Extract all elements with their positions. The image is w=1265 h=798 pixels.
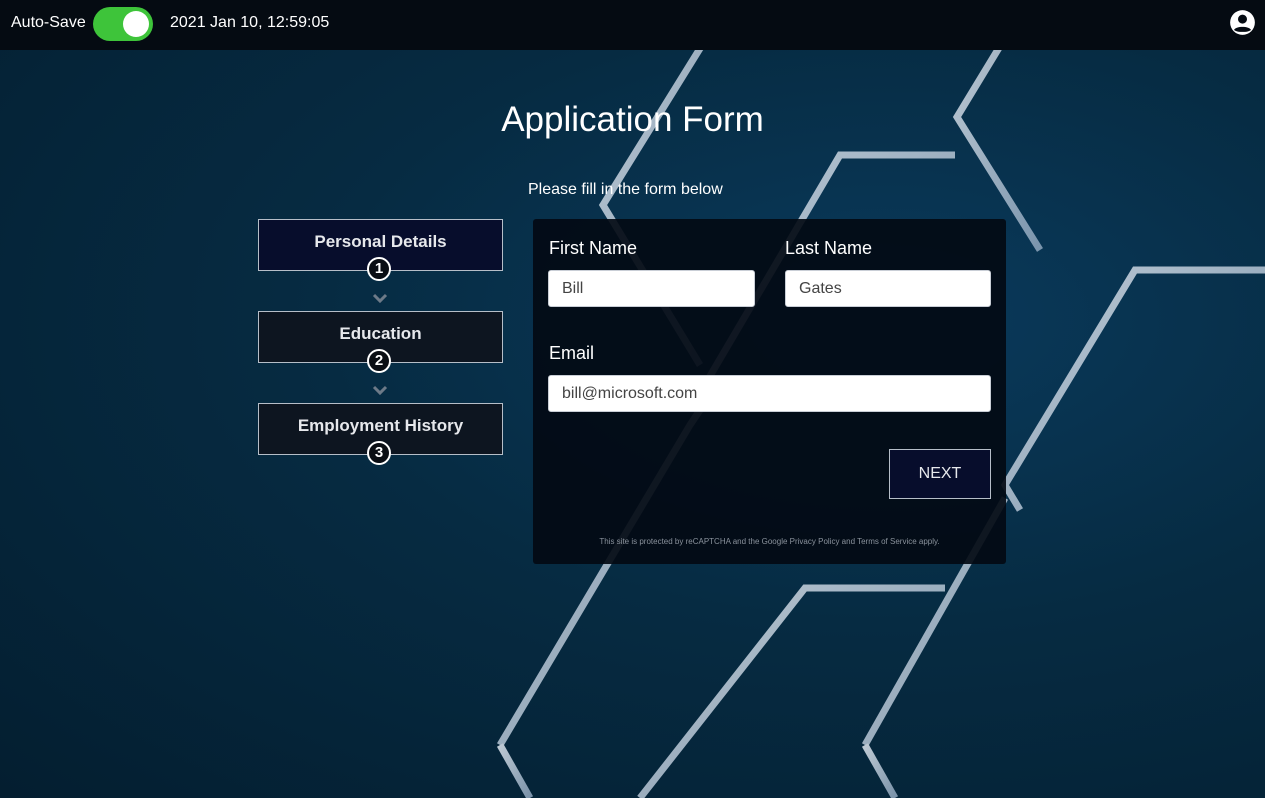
first-name-input[interactable]: [548, 270, 755, 307]
last-name-input[interactable]: [785, 270, 991, 307]
step-label: Education: [339, 324, 422, 343]
toggle-knob: [123, 11, 149, 37]
email-input[interactable]: [548, 375, 991, 412]
next-button[interactable]: NEXT: [889, 449, 991, 499]
last-name-label: Last Name: [785, 238, 873, 258]
autosave-toggle[interactable]: [93, 7, 153, 41]
first-name-label: First Name: [549, 238, 638, 258]
step-education[interactable]: Education 2: [258, 311, 503, 373]
page-title: Application Form: [501, 100, 764, 139]
chevron-down-icon: [372, 385, 388, 395]
chevron-down-icon: [372, 293, 388, 303]
step-number-badge: 3: [367, 441, 391, 465]
step-number-badge: 1: [367, 257, 391, 281]
autosave-label: Auto-Save: [11, 14, 86, 31]
recaptcha-notice: This site is protected by reCAPTCHA and …: [599, 537, 940, 546]
step-personal-details[interactable]: Personal Details 1: [258, 219, 503, 281]
step-label: Employment History: [297, 416, 464, 435]
email-label: Email: [549, 343, 595, 363]
step-number-badge: 2: [367, 349, 391, 373]
step-employment-history[interactable]: Employment History 3: [258, 403, 503, 465]
top-bar: Auto-Save 2021 Jan 10, 12:59:05: [0, 0, 1265, 50]
datetime-display: 2021 Jan 10, 12:59:05: [170, 14, 330, 31]
step-label: Personal Details: [314, 232, 447, 251]
page-subtitle: Please fill in the form below: [528, 181, 723, 198]
form-card: First Name Last Name Email NEXT This sit…: [533, 219, 1006, 564]
account-circle-icon[interactable]: [1229, 9, 1256, 36]
